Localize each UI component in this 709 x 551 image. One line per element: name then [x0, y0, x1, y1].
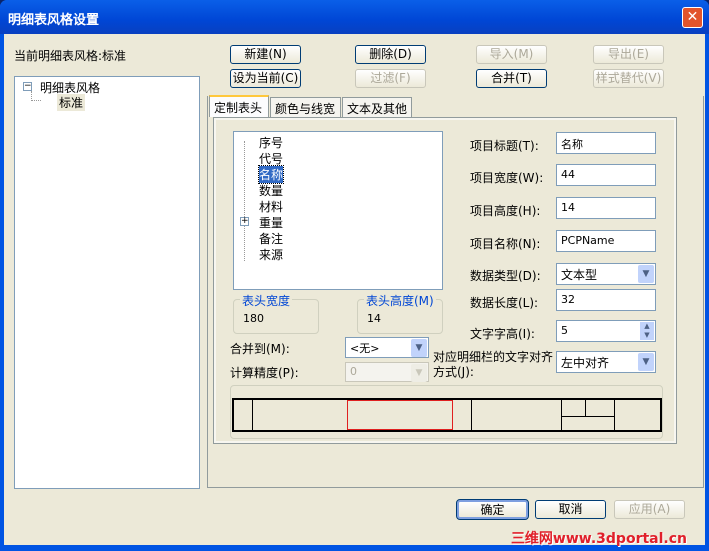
- export-button[interactable]: 导出(E): [593, 45, 664, 64]
- merge-to-value: <无>: [350, 342, 380, 355]
- tab-content: 序号 代号 名称 数量 材料 + 重量 备注 来源 表头宽度 180 表头高度(…: [213, 117, 677, 444]
- dialog-window: 明细表风格设置 ✕ 当前明细表风格:标准 − 明细表风格 标准 新建(N) 删除…: [0, 0, 709, 551]
- tree-item[interactable]: 材料: [259, 198, 283, 215]
- set-current-button[interactable]: 设为当前(C): [230, 69, 301, 88]
- preview-area: [230, 385, 663, 439]
- text-height-spinner[interactable]: 5 ▲ ▼: [556, 320, 656, 342]
- tree-item[interactable]: 序号: [259, 134, 283, 151]
- item-name-input[interactable]: PCPName: [556, 230, 656, 252]
- precision-label: 计算精度(P):: [230, 366, 299, 380]
- data-type-select[interactable]: 文本型 ▼: [556, 263, 656, 285]
- style-tree[interactable]: − 明细表风格 标准: [14, 76, 200, 489]
- item-width-input[interactable]: 44: [556, 164, 656, 186]
- window-title: 明细表风格设置: [8, 13, 100, 28]
- tab-custom-header[interactable]: 定制表头: [209, 95, 269, 117]
- tree-connector: [31, 91, 41, 101]
- tab-text-other[interactable]: 文本及其他: [342, 97, 412, 117]
- data-type-value: 文本型: [561, 268, 598, 282]
- text-height-label: 文字字高(I):: [470, 327, 535, 341]
- preview-column: [614, 400, 615, 430]
- preview-column: [471, 400, 472, 430]
- tree-item[interactable]: 备注: [259, 230, 283, 247]
- item-title-label: 项目标题(T):: [470, 139, 539, 153]
- collapse-icon[interactable]: −: [23, 82, 32, 91]
- header-items-tree[interactable]: 序号 代号 名称 数量 材料 + 重量 备注 来源: [233, 131, 443, 290]
- header-width-label: 表头宽度: [240, 292, 293, 309]
- tree-item[interactable]: 代号: [259, 150, 283, 167]
- watermark: 三维网www.3dportal.cn: [510, 531, 687, 547]
- delete-button[interactable]: 删除(D): [355, 45, 426, 64]
- spin-down-icon[interactable]: ▼: [640, 331, 654, 340]
- precision-value: 0: [350, 365, 357, 378]
- header-height-value: 14: [367, 312, 381, 325]
- align-value: 左中对齐: [561, 356, 610, 370]
- chevron-down-icon[interactable]: ▼: [638, 353, 654, 371]
- expand-icon[interactable]: +: [240, 217, 249, 226]
- chevron-down-icon[interactable]: ▼: [411, 364, 427, 382]
- merge-to-select[interactable]: <无> ▼: [345, 337, 429, 358]
- chevron-down-icon[interactable]: ▼: [411, 339, 427, 357]
- chevron-down-icon[interactable]: ▼: [638, 265, 654, 283]
- preview-column: [585, 400, 586, 416]
- spin-up-icon[interactable]: ▲: [640, 322, 654, 331]
- header-preview-table: [232, 398, 662, 432]
- item-width-label: 项目宽度(W):: [470, 171, 544, 185]
- header-width-value: 180: [243, 312, 264, 325]
- ok-button[interactable]: 确定: [456, 499, 529, 520]
- preview-selected-column: [347, 400, 453, 430]
- preview-row-split: [561, 416, 614, 417]
- merge-to-label: 合并到(M):: [230, 342, 290, 356]
- header-height-group: 表头高度(M) 14: [357, 292, 443, 334]
- data-length-label: 数据长度(L):: [470, 296, 539, 310]
- text-height-value: 5: [561, 324, 568, 337]
- new-button[interactable]: 新建(N): [230, 45, 301, 64]
- tree-item-selected[interactable]: 名称: [257, 165, 285, 184]
- cancel-button[interactable]: 取消: [535, 500, 606, 519]
- apply-button[interactable]: 应用(A): [614, 500, 685, 519]
- align-select[interactable]: 左中对齐 ▼: [556, 351, 656, 373]
- preview-column: [561, 400, 562, 430]
- tree-item[interactable]: 数量: [259, 182, 283, 199]
- dialog-body: 当前明细表风格:标准 − 明细表风格 标准 新建(N) 删除(D) 导入(M) …: [4, 34, 705, 545]
- item-height-label: 项目高度(H):: [470, 204, 541, 218]
- data-length-input[interactable]: 32: [556, 289, 656, 311]
- item-name-label: 项目名称(N):: [470, 237, 541, 251]
- align-label-line2: 方式(J):: [433, 365, 474, 379]
- data-type-label: 数据类型(D):: [470, 269, 541, 283]
- close-button[interactable]: ✕: [682, 7, 703, 28]
- current-style-label: 当前明细表风格:标准: [14, 49, 127, 63]
- precision-select[interactable]: 0 ▼: [345, 362, 429, 382]
- tree-item[interactable]: 来源: [259, 246, 283, 263]
- import-button[interactable]: 导入(M): [476, 45, 547, 64]
- style-replace-button[interactable]: 样式替代(V): [593, 69, 664, 88]
- merge-button[interactable]: 合并(T): [476, 69, 547, 88]
- tree-item-standard[interactable]: 标准: [57, 94, 86, 111]
- header-width-group: 表头宽度 180: [233, 292, 319, 334]
- item-title-input[interactable]: 名称: [556, 132, 656, 154]
- item-height-input[interactable]: 14: [556, 197, 656, 219]
- header-height-label: 表头高度(M): [364, 292, 436, 309]
- tab-color-linewidth[interactable]: 颜色与线宽: [270, 97, 341, 117]
- filter-button[interactable]: 过滤(F): [355, 69, 426, 88]
- preview-column: [252, 400, 253, 430]
- tree-item[interactable]: 重量: [259, 214, 283, 231]
- title-bar[interactable]: 明细表风格设置 ✕: [0, 0, 709, 34]
